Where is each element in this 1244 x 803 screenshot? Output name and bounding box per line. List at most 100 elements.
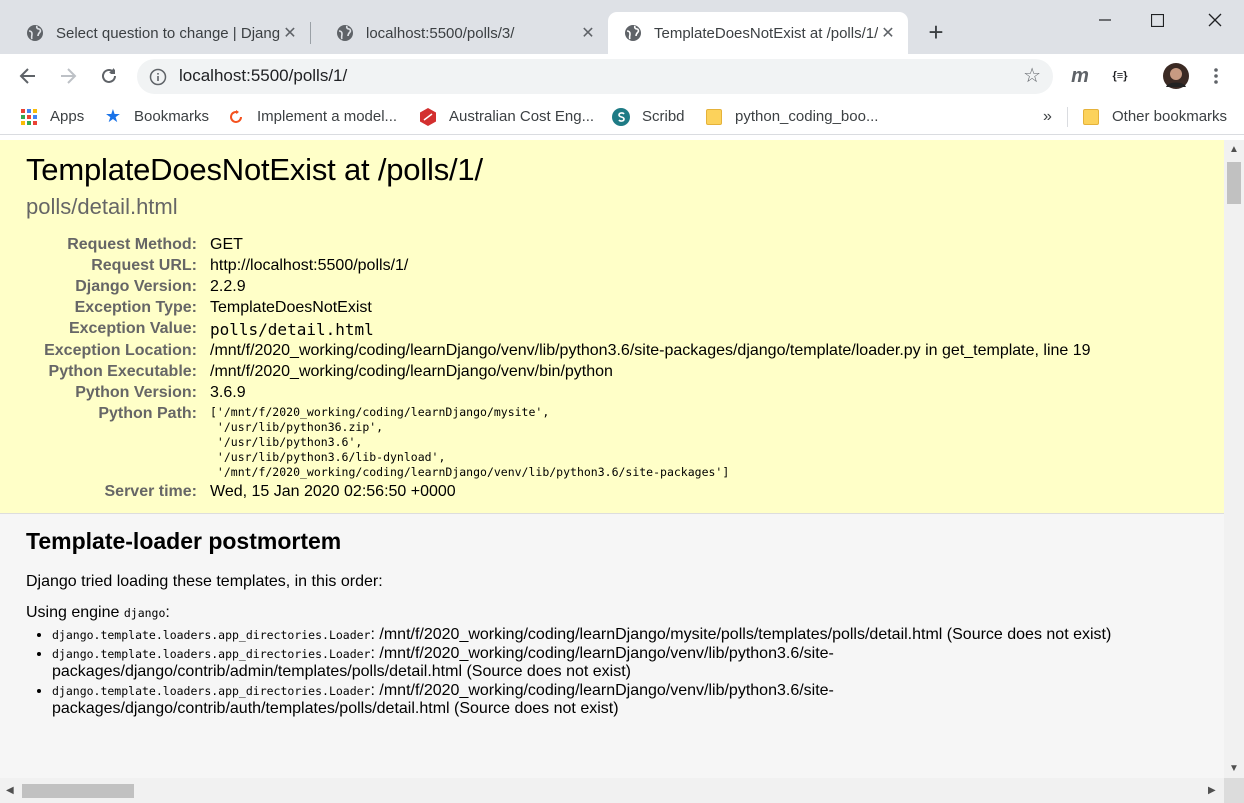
meta-row: Exception Location: /mnt/f/2020_working/c… xyxy=(26,340,1091,361)
new-tab-button[interactable]: + xyxy=(922,18,950,46)
avatar-icon xyxy=(1163,63,1189,89)
engine-suffix: : xyxy=(165,604,170,621)
folder-icon xyxy=(705,108,723,126)
bookmark-scribd[interactable]: Scribd xyxy=(612,99,685,134)
error-title: TemplateDoesNotExist at /polls/1/ xyxy=(26,152,483,187)
meta-row: Python Version: 3.6.9 xyxy=(26,382,1091,403)
apps-grid-icon xyxy=(20,108,38,126)
meta-label: Request Method: xyxy=(67,236,197,253)
meta-value: GET xyxy=(210,236,243,253)
list-item: django.template.loaders.app_directories.… xyxy=(52,645,1172,681)
bookmark-bookmarks[interactable]: ★ Bookmarks xyxy=(104,99,209,134)
folder-icon xyxy=(1082,108,1100,126)
reload-button[interactable] xyxy=(93,60,125,92)
minimize-button[interactable] xyxy=(1082,0,1128,40)
loader-result: : /mnt/f/2020_working/coding/learnDjango… xyxy=(370,626,1112,643)
bookmarks-bar: Apps ★ Bookmarks Implement a model... Au… xyxy=(0,99,1244,135)
star-icon[interactable]: ☆ xyxy=(1023,66,1041,86)
scroll-left-icon[interactable]: ◀ xyxy=(6,786,14,796)
tab-strip: Select question to change | Django ✕ loc… xyxy=(0,0,1244,54)
tab-title: TemplateDoesNotExist at /polls/1/ xyxy=(654,24,878,42)
meta-value: polls/detail.html xyxy=(210,320,374,339)
close-icon[interactable]: ✕ xyxy=(280,23,300,43)
tab-title: Select question to change | Django xyxy=(56,24,280,42)
loader-name: django.template.loaders.app_directories.… xyxy=(52,647,371,661)
meta-row: Python Executable: /mnt/f/2020_working/co… xyxy=(26,361,1091,382)
bookmark-australian-cost[interactable]: Australian Cost Eng... xyxy=(419,99,594,134)
kebab-menu-icon xyxy=(1214,68,1218,84)
meta-value: TemplateDoesNotExist xyxy=(210,299,372,316)
meta-label: Django Version: xyxy=(75,278,197,295)
info-icon[interactable] xyxy=(149,68,167,86)
address-bar[interactable]: localhost:5500/polls/1/ ☆ xyxy=(137,59,1053,94)
scroll-down-icon[interactable]: ▼ xyxy=(1229,764,1239,774)
reload-icon xyxy=(102,68,116,83)
template-postmortem: Template-loader postmortem Django tried … xyxy=(0,514,1224,733)
loader-list: django.template.loaders.app_directories.… xyxy=(26,626,1172,718)
meta-label: Exception Type: xyxy=(74,299,197,316)
menu-button[interactable] xyxy=(1202,62,1230,90)
list-item: django.template.loaders.app_directories.… xyxy=(52,626,1172,644)
loader-name: django.template.loaders.app_directories.… xyxy=(52,684,371,698)
scroll-right-icon[interactable]: ▶ xyxy=(1208,786,1216,796)
bookmark-label: python_coding_boo... xyxy=(735,108,879,125)
engine-name: django xyxy=(123,606,166,620)
bookmarks-divider xyxy=(1067,107,1068,127)
bookmark-other[interactable]: Other bookmarks xyxy=(1082,99,1227,134)
globe-icon xyxy=(337,25,353,41)
close-window-button[interactable] xyxy=(1192,0,1238,40)
red-hexagon-icon xyxy=(419,107,437,126)
vertical-scrollbar[interactable]: ▲ ▼ xyxy=(1224,140,1244,778)
arrow-left-icon xyxy=(19,68,35,84)
bookmark-apps[interactable]: Apps xyxy=(20,99,84,134)
postmortem-intro: Django tried loading these templates, in… xyxy=(26,573,383,590)
url-text[interactable]: localhost:5500/polls/1/ xyxy=(179,66,347,86)
error-summary: TemplateDoesNotExist at /polls/1/ polls/… xyxy=(0,140,1224,514)
meta-value: http://localhost:5500/polls/1/ xyxy=(210,257,409,274)
horizontal-scrollbar[interactable]: ◀ ▶ xyxy=(0,778,1244,803)
forward-button[interactable] xyxy=(52,60,84,92)
refresh-circle-icon xyxy=(227,108,245,126)
vertical-scroll-thumb[interactable] xyxy=(1227,162,1241,204)
bookmark-label: Australian Cost Eng... xyxy=(449,108,595,125)
bookmark-label: Scribd xyxy=(642,108,685,125)
scrollbar-corner xyxy=(1224,778,1244,803)
profile-avatar[interactable] xyxy=(1162,62,1190,90)
python-path-list: ['/mnt/f/2020_working/coding/learnDjango… xyxy=(210,405,730,479)
back-button[interactable] xyxy=(12,60,44,92)
bookmark-python-coding[interactable]: python_coding_boo... xyxy=(705,99,878,134)
meta-row: Server time: Wed, 15 Jan 2020 02:56:50 +0… xyxy=(26,481,1091,502)
bookmark-label: Bookmarks xyxy=(134,108,210,125)
tab-polls-3[interactable]: localhost:5500/polls/3/ ✕ xyxy=(310,12,608,54)
meta-label: Exception Location: xyxy=(44,342,197,359)
tab-error-active[interactable]: TemplateDoesNotExist at /polls/1/ ✕ xyxy=(608,12,908,54)
meta-value: ['/mnt/f/2020_working/coding/learnDjango… xyxy=(210,403,1091,481)
scroll-up-icon[interactable]: ▲ xyxy=(1229,145,1239,155)
close-icon[interactable]: ✕ xyxy=(878,23,898,43)
extension-m-button[interactable]: m xyxy=(1066,62,1094,90)
maximize-button[interactable] xyxy=(1134,0,1180,40)
engine-line: Using engine django: xyxy=(26,604,1198,622)
horizontal-scroll-thumb[interactable] xyxy=(22,784,134,798)
json-braces-icon: {≡} xyxy=(1112,70,1128,82)
tab-admin[interactable]: Select question to change | Django ✕ xyxy=(0,12,310,54)
meta-label: Python Version: xyxy=(75,384,197,401)
close-icon[interactable]: ✕ xyxy=(578,23,598,43)
engine-prefix: Using engine xyxy=(26,604,124,621)
meta-label: Request URL: xyxy=(91,257,197,274)
meta-value: 2.2.9 xyxy=(210,278,246,295)
star-icon: ★ xyxy=(104,106,122,126)
postmortem-heading: Template-loader postmortem xyxy=(26,528,342,554)
list-item: django.template.loaders.app_directories.… xyxy=(52,682,1172,718)
meta-row: Request URL: http://localhost:5500/polls/… xyxy=(26,255,1091,276)
bookmark-implement-model[interactable]: Implement a model... xyxy=(227,99,397,134)
meta-label: Python Executable: xyxy=(48,363,197,380)
bookmark-label: Implement a model... xyxy=(257,108,398,125)
m-logo-icon: m xyxy=(1071,64,1089,87)
tab-title: localhost:5500/polls/3/ xyxy=(366,24,515,42)
meta-value: 3.6.9 xyxy=(210,384,246,401)
json-viewer-button[interactable]: {≡} xyxy=(1106,62,1134,90)
meta-value: /mnt/f/2020_working/coding/learnDjango/v… xyxy=(210,342,1091,359)
meta-row: Python Path: ['/mnt/f/2020_working/coding… xyxy=(26,403,1091,481)
bookmarks-overflow-button[interactable]: » xyxy=(1043,99,1052,134)
